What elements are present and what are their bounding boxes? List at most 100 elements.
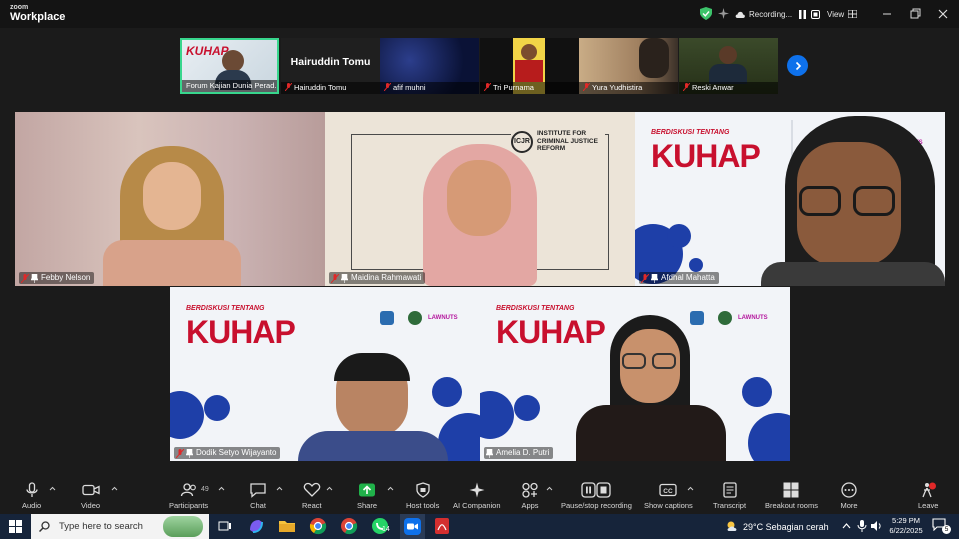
svg-text:CC: CC	[664, 488, 674, 495]
search-icon	[39, 521, 50, 532]
person-body	[709, 64, 747, 84]
shield-icon	[416, 482, 430, 498]
host-tools-button[interactable]: Host tools	[406, 482, 439, 510]
weather-widget[interactable]: 29°C Sebagian cerah	[726, 514, 829, 539]
meeting-toolbar: Audio Video Participants 49 Chat React S…	[0, 478, 959, 514]
partner-logo	[408, 311, 422, 325]
thumbnail-afif[interactable]: afif muhni	[380, 38, 479, 94]
leave-label: Leave	[918, 501, 939, 510]
chevron-up-icon[interactable]	[387, 486, 394, 491]
pin-icon	[31, 273, 38, 283]
chrome-profile-icon[interactable]	[340, 517, 358, 535]
title-bar: zoom Workplace Recording... View	[0, 0, 959, 28]
share-button[interactable]: Share	[357, 482, 377, 510]
pdf-reader-icon[interactable]	[433, 517, 451, 535]
chevron-up-icon[interactable]	[49, 486, 56, 491]
share-label: Share	[357, 501, 378, 510]
logo-bottom-text: Workplace	[10, 11, 66, 23]
whatsapp-button[interactable]: 14	[371, 517, 393, 537]
chevron-up-icon[interactable]	[276, 486, 283, 491]
thumbnail-name: Reski Anwar	[679, 82, 778, 94]
task-view-icon[interactable]	[216, 517, 234, 535]
lawnuts-logo: LAWNUTS	[428, 315, 458, 321]
transcript-label: Transcript	[713, 501, 747, 510]
taskbar-clock[interactable]: 5:29 PM 6/22/2025	[884, 516, 928, 536]
banner-small-text: BERDISKUSI TENTANG	[496, 305, 575, 312]
microphone-tray-icon[interactable]	[857, 520, 867, 532]
thumbnail-forum-kajian[interactable]: KUHAP Forum Kajian Dunia Perad...	[180, 38, 279, 94]
video-tile-maidina[interactable]: ICJR INSTITUTE FOR CRIMINAL JUSTICE REFO…	[325, 112, 635, 286]
chevron-up-icon[interactable]	[326, 486, 333, 491]
more-button[interactable]: More	[840, 482, 858, 510]
stop-recording-icon[interactable]	[811, 9, 821, 19]
breakout-rooms-label: Breakout rooms	[765, 501, 818, 510]
chat-button[interactable]: Chat	[249, 482, 267, 510]
audio-button[interactable]: Audio	[22, 482, 41, 510]
chevron-up-icon[interactable]	[111, 486, 118, 491]
thumbnail-hairuddin[interactable]: Hairuddin Tomu Hairuddin Tomu	[281, 38, 380, 94]
minimize-icon[interactable]	[879, 6, 895, 22]
thumbnail-name-text: Forum Kajian Dunia Perad...	[186, 81, 277, 90]
video-tile-amelia[interactable]: BERDISKUSI TENTANG KUHAP LAWNUTS Amelia …	[480, 287, 790, 461]
video-button[interactable]: Video	[81, 482, 100, 510]
icjr-logo: ICJR INSTITUTE FOR CRIMINAL JUSTICE REFO…	[511, 130, 605, 156]
share-screen-icon	[359, 483, 375, 497]
more-icon	[841, 482, 857, 498]
thumbnail-yura[interactable]: Yura Yudhistira	[579, 38, 678, 94]
icjr-line-2: CRIMINAL JUSTICE	[537, 137, 598, 145]
decor-circle	[667, 224, 691, 248]
banner-title: KUHAP	[496, 314, 606, 350]
participants-icon	[180, 483, 196, 497]
banner-title: KUHAP	[186, 314, 296, 350]
zoom-icon	[404, 518, 421, 535]
chrome-icon[interactable]	[309, 517, 327, 535]
thumbnail-tri-purnama[interactable]: Tri Purnama	[480, 38, 579, 94]
file-explorer-icon[interactable]	[278, 517, 296, 535]
pause-recording-icon[interactable]	[798, 9, 807, 19]
view-button[interactable]: View	[827, 5, 858, 23]
recording-indicator[interactable]: Recording...	[735, 5, 821, 23]
video-tile-febby[interactable]: Febby Nelson	[15, 112, 325, 286]
pause-stop-recording-button[interactable]: Pause/stop recording	[561, 482, 632, 510]
chevron-up-icon[interactable]	[218, 486, 225, 491]
heart-icon	[303, 482, 321, 497]
transcript-button[interactable]: Transcript	[713, 482, 746, 510]
muted-mic-icon	[583, 83, 590, 91]
thumbnail-reski[interactable]: Reski Anwar	[679, 38, 778, 94]
react-button[interactable]: React	[302, 482, 322, 510]
chat-label: Chat	[250, 501, 266, 510]
close-icon[interactable]	[935, 6, 951, 22]
muted-mic-icon	[285, 83, 292, 91]
show-captions-button[interactable]: CC Show captions	[644, 482, 693, 510]
copilot-icon[interactable]	[247, 517, 265, 535]
shield-icon[interactable]	[700, 7, 712, 20]
video-tile-afdhal[interactable]: BERDISKUSI TENTANG KUHAP LAWNUTS Afdhal …	[635, 112, 945, 286]
thumbnail-name: Tri Purnama	[480, 82, 579, 94]
ai-sparkle-icon	[469, 482, 485, 498]
participant-name: Afdhal Mahatta	[661, 273, 715, 282]
chevron-up-icon[interactable]	[546, 486, 553, 491]
banner-small-text: BERDISKUSI TENTANG	[186, 305, 265, 312]
muted-mic-icon	[21, 273, 29, 283]
taskbar-search-box[interactable]: Type here to search	[31, 514, 209, 539]
restore-icon[interactable]	[907, 6, 923, 22]
ai-sparkle-icon[interactable]	[718, 8, 729, 19]
host-tools-label: Host tools	[406, 501, 440, 510]
leave-button[interactable]: Leave	[918, 482, 938, 510]
windows-start-icon[interactable]	[9, 520, 22, 533]
pin-icon	[341, 273, 348, 283]
muted-mic-icon	[683, 83, 690, 91]
chevron-up-icon[interactable]	[842, 522, 851, 529]
next-page-button[interactable]	[787, 55, 808, 76]
zoom-taskbar-button[interactable]	[400, 514, 425, 539]
volume-icon[interactable]	[871, 520, 883, 532]
shoulders	[761, 262, 945, 286]
breakout-rooms-button[interactable]: Breakout rooms	[765, 482, 818, 510]
notification-center-button[interactable]: 5	[932, 518, 951, 535]
apps-button[interactable]: Apps	[521, 482, 539, 510]
muted-mic-icon	[384, 83, 391, 91]
audio-label: Audio	[22, 501, 42, 510]
video-tile-dodik[interactable]: BERDISKUSI TENTANG KUHAP LAWNUTS Dodik S…	[170, 287, 480, 461]
ai-companion-button[interactable]: AI Companion	[453, 482, 501, 510]
chevron-up-icon[interactable]	[687, 486, 694, 491]
